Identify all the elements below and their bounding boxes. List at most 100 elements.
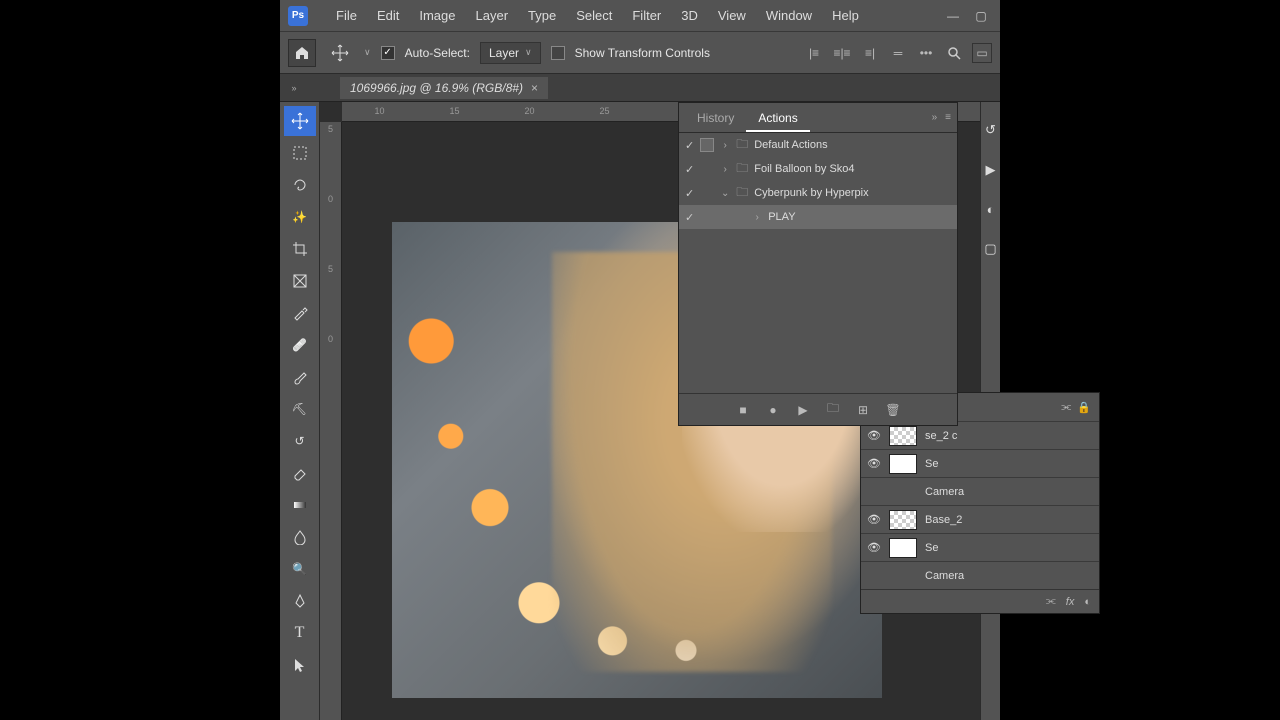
new-set-icon[interactable]: 🗀 — [825, 402, 841, 418]
visibility-icon[interactable]: 👁 — [867, 457, 881, 470]
menu-select[interactable]: Select — [566, 2, 622, 29]
action-label: Cyberpunk by Hyperpix — [754, 187, 868, 199]
properties-dock-icon[interactable]: ▢ — [984, 241, 996, 257]
toggle-icon[interactable] — [685, 211, 694, 224]
menu-window[interactable]: Window — [756, 2, 822, 29]
mask-icon[interactable]: ◐ — [1084, 596, 1091, 608]
minimize-icon[interactable]: — — [946, 9, 960, 23]
path-selection-tool[interactable] — [284, 650, 316, 680]
collapse-panels-icon[interactable]: » — [284, 83, 304, 93]
layer-row[interactable]: Camera — [861, 561, 1099, 589]
lasso-tool[interactable] — [284, 170, 316, 200]
collapse-panel-icon[interactable]: » — [932, 112, 938, 123]
menu-edit[interactable]: Edit — [367, 2, 409, 29]
visibility-icon[interactable]: 👁 — [867, 513, 881, 526]
folder-open-icon — [736, 183, 748, 204]
menu-file[interactable]: File — [326, 2, 367, 29]
close-tab-icon[interactable]: × — [531, 81, 538, 95]
menu-image[interactable]: Image — [409, 2, 465, 29]
menu-filter[interactable]: Filter — [622, 2, 671, 29]
history-dock-icon[interactable]: ↺ — [985, 122, 996, 138]
home-button[interactable] — [288, 39, 316, 67]
distribute-icon[interactable]: ═ — [888, 43, 908, 63]
options-bar: ∨ ✓ Auto-Select: Layer ∨ ✓ Show Transfor… — [280, 32, 1000, 74]
document-tab[interactable]: 1069966.jpg @ 16.9% (RGB/8#) × — [340, 77, 548, 99]
tool-indicator-move-icon[interactable] — [326, 39, 354, 67]
menu-help[interactable]: Help — [822, 2, 869, 29]
align-right-icon[interactable]: ≡| — [860, 43, 880, 63]
begin-record-icon[interactable]: ● — [765, 402, 781, 418]
maximize-icon[interactable]: ▢ — [974, 9, 988, 23]
adjustments-dock-icon[interactable]: ◐ — [987, 202, 995, 217]
menu-view[interactable]: View — [708, 2, 756, 29]
more-align-icon[interactable]: ••• — [916, 43, 936, 63]
action-set-default[interactable]: › Default Actions — [679, 133, 957, 157]
action-set-cyberpunk[interactable]: ⌄ Cyberpunk by Hyperpix — [679, 181, 957, 205]
delete-icon[interactable]: 🗑 — [885, 402, 901, 418]
blur-tool[interactable] — [284, 522, 316, 552]
tab-actions[interactable]: Actions — [746, 105, 809, 131]
layer-row[interactable]: 👁 Se — [861, 449, 1099, 477]
action-play[interactable]: › PLAY — [679, 205, 957, 229]
toggle-icon[interactable] — [685, 139, 694, 152]
folder-icon — [736, 135, 748, 156]
link-icon[interactable]: ⫘ — [1061, 401, 1071, 414]
visibility-icon[interactable]: 👁 — [867, 541, 881, 554]
action-set-foil[interactable]: › Foil Balloon by Sko4 — [679, 157, 957, 181]
menu-layer[interactable]: Layer — [466, 2, 519, 29]
crop-tool[interactable] — [284, 234, 316, 264]
magic-wand-tool[interactable]: ✨ — [284, 202, 316, 232]
ruler-tick: 20 — [492, 102, 567, 121]
eraser-tool[interactable] — [284, 458, 316, 488]
expand-icon[interactable]: › — [752, 212, 762, 223]
tab-history[interactable]: History — [685, 105, 746, 131]
type-tool[interactable]: T — [284, 618, 316, 648]
fx-icon[interactable]: fx — [1066, 596, 1075, 608]
layer-row[interactable]: Camera — [861, 477, 1099, 505]
layer-name: se_2 c — [925, 430, 957, 442]
panel-menu-icon[interactable]: ≡ — [945, 112, 951, 123]
expand-icon[interactable]: › — [720, 164, 730, 175]
autoselect-checkbox[interactable]: ✓ — [381, 46, 395, 60]
search-icon[interactable] — [944, 43, 964, 63]
canvas-area[interactable]: 10 15 20 25 5 0 5 0 History Actions — [320, 102, 980, 720]
layer-row[interactable]: 👁 Se — [861, 533, 1099, 561]
link-layers-icon[interactable]: ⫘ — [1046, 595, 1056, 608]
layer-name: Se — [925, 542, 938, 554]
frame-tool[interactable] — [284, 266, 316, 296]
healing-brush-tool[interactable]: 🩹 — [284, 330, 316, 360]
dialog-toggle-icon[interactable] — [700, 138, 714, 152]
brush-tool[interactable] — [284, 362, 316, 392]
menu-3d[interactable]: 3D — [671, 2, 708, 29]
workspace-icon[interactable]: ▭ — [972, 43, 992, 63]
gradient-tool[interactable] — [284, 490, 316, 520]
history-brush-tool[interactable]: ↺ — [284, 426, 316, 456]
main-area: ✨ 🩹 ⛏ ↺ 🔍 T 10 15 20 25 5 — [280, 102, 1000, 720]
layer-row[interactable]: 👁 Base_2 — [861, 505, 1099, 533]
new-action-icon[interactable]: ⊞ — [855, 402, 871, 418]
actions-dock-icon[interactable]: ▶ — [986, 162, 996, 178]
collapse-icon[interactable]: ⌄ — [720, 188, 730, 199]
visibility-icon[interactable]: 👁 — [867, 429, 881, 442]
dodge-tool[interactable]: 🔍 — [284, 554, 316, 584]
expand-icon[interactable]: › — [720, 140, 730, 151]
clone-stamp-tool[interactable]: ⛏ — [284, 394, 316, 424]
autoselect-target-dropdown[interactable]: Layer ∨ — [480, 42, 541, 64]
lock-icon[interactable]: 🔒 — [1077, 401, 1091, 414]
align-left-icon[interactable]: |≡ — [804, 43, 824, 63]
menu-type[interactable]: Type — [518, 2, 566, 29]
move-tool[interactable] — [284, 106, 316, 136]
autoselect-target-value: Layer — [489, 46, 519, 60]
tool-preset-chevron-icon[interactable]: ∨ — [364, 47, 371, 58]
align-center-icon[interactable]: ≡|≡ — [832, 43, 852, 63]
play-action-icon[interactable]: ▶ — [795, 402, 811, 418]
eyedropper-tool[interactable] — [284, 298, 316, 328]
show-transform-checkbox[interactable]: ✓ — [551, 46, 565, 60]
stop-record-icon[interactable]: ■ — [735, 402, 751, 418]
toggle-icon[interactable] — [685, 187, 694, 200]
photoshop-window: Ps File Edit Image Layer Type Select Fil… — [280, 0, 1000, 720]
marquee-tool[interactable] — [284, 138, 316, 168]
toggle-icon[interactable] — [685, 163, 694, 176]
pen-tool[interactable] — [284, 586, 316, 616]
toolbox: ✨ 🩹 ⛏ ↺ 🔍 T — [280, 102, 320, 720]
